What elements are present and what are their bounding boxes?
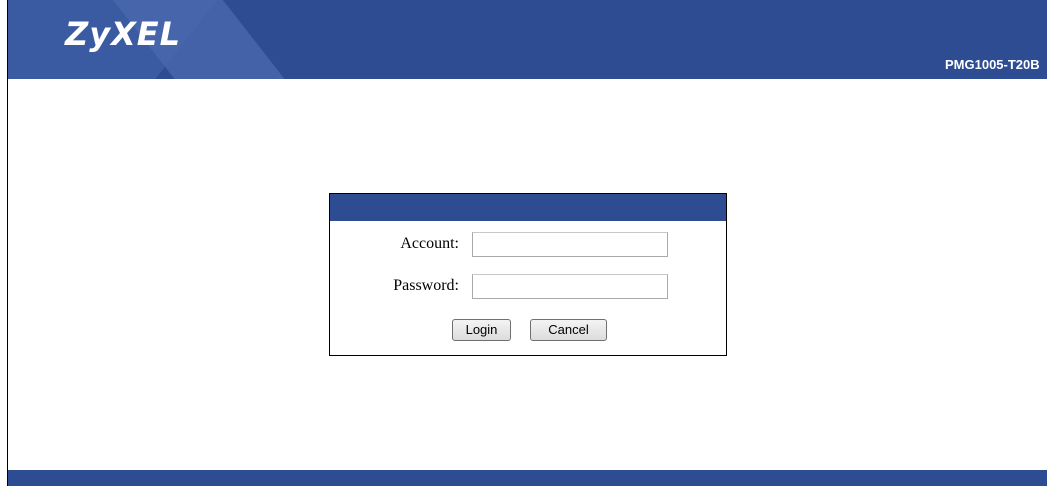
login-panel-title-bar xyxy=(330,194,726,221)
page: ZyXEL PMG1005-T20B Account: Password: Lo… xyxy=(0,0,1047,486)
password-row: Password: xyxy=(330,274,726,300)
footer-bar xyxy=(8,470,1047,486)
left-frame-border xyxy=(0,0,8,486)
account-input[interactable] xyxy=(472,232,668,257)
cancel-button[interactable]: Cancel xyxy=(530,319,607,341)
account-row: Account: xyxy=(330,232,726,258)
account-label: Account: xyxy=(400,235,459,252)
password-label: Password: xyxy=(393,277,459,294)
login-panel: Account: Password: Login Cancel xyxy=(329,193,727,356)
device-model-label: PMG1005-T20B xyxy=(945,57,1040,72)
zyxel-logo: ZyXEL xyxy=(65,15,181,53)
password-input[interactable] xyxy=(472,274,668,299)
login-buttons: Login Cancel xyxy=(330,319,726,341)
header-banner: ZyXEL PMG1005-T20B xyxy=(8,0,1047,79)
login-button[interactable]: Login xyxy=(452,319,511,341)
